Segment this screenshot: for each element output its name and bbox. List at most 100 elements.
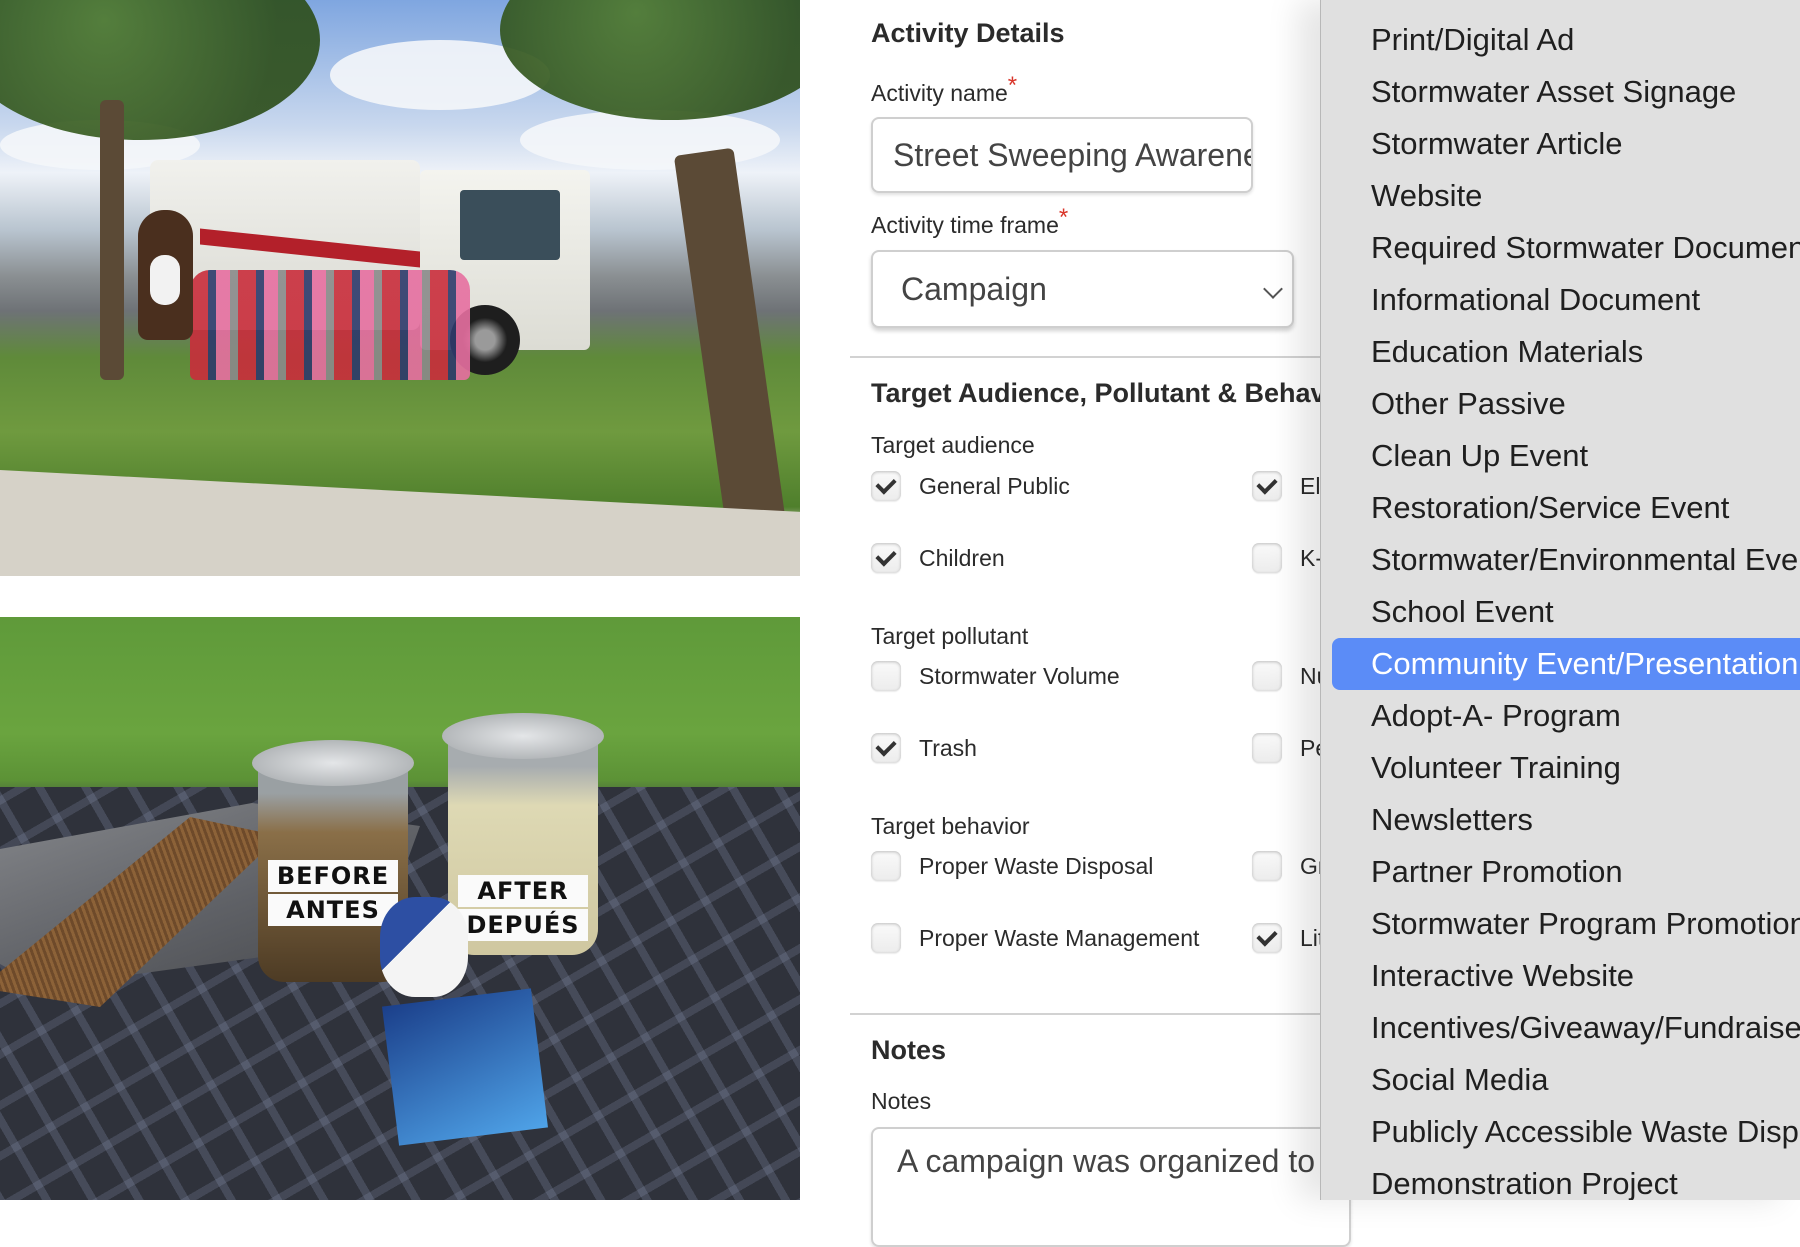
activity-name-label: Activity name* xyxy=(871,72,1017,108)
dropdown-option[interactable]: Required Stormwater Document xyxy=(1332,222,1800,274)
activity-form: Activity Details Activity name* Street S… xyxy=(850,0,1360,1247)
dropdown-option-label: Publicly Accessible Waste Disposal xyxy=(1371,1114,1800,1149)
checkbox-label: Trash xyxy=(919,734,977,761)
dropdown-option-label: Adopt-A- Program xyxy=(1371,698,1621,733)
photo-before-after-jars: BEFORE ANTES AFTER DEPUÉS xyxy=(0,617,800,1200)
checkbox-pollutant-pe[interactable]: Pe xyxy=(1252,731,1328,765)
dropdown-option[interactable]: Newsletters xyxy=(1332,794,1800,846)
notes-label: Notes xyxy=(871,1088,932,1114)
dropdown-option[interactable]: Education Materials xyxy=(1332,326,1800,378)
checkbox-audience-el[interactable]: El xyxy=(1252,469,1320,503)
dropdown-option[interactable]: School Event xyxy=(1332,586,1800,638)
checkbox-pollutant-nu[interactable]: Nu xyxy=(1252,659,1329,693)
checkbox-label: Stormwater Volume xyxy=(919,662,1120,689)
activity-name-label-text: Activity name xyxy=(871,80,1008,106)
dropdown-option-label: School Event xyxy=(1371,594,1554,629)
dropdown-option-label: Clean Up Event xyxy=(1371,438,1589,473)
dropdown-option-label: Stormwater Article xyxy=(1371,126,1623,161)
checkbox-general-public[interactable]: General Public xyxy=(871,469,1070,503)
jar-lid xyxy=(442,713,604,759)
dropdown-option[interactable]: Other Passive xyxy=(1332,378,1800,430)
dropdown-option-selected[interactable]: Community Event/Presentation xyxy=(1332,638,1800,690)
target-audience-label: Target audience xyxy=(871,432,1035,458)
checkbox-label: Proper Waste Management xyxy=(919,924,1200,951)
activity-type-dropdown-list[interactable]: Print/Digital Ad Stormwater Asset Signage… xyxy=(1320,0,1800,1200)
timeframe-selected-value: Campaign xyxy=(901,271,1047,307)
checkbox-children[interactable]: Children xyxy=(871,541,1005,575)
sidewalk xyxy=(0,470,800,576)
checkbox[interactable] xyxy=(871,733,901,763)
dropdown-option-label: Interactive Website xyxy=(1371,958,1635,993)
dropdown-option[interactable]: Clean Up Event xyxy=(1332,430,1800,482)
dropdown-option-label: Volunteer Training xyxy=(1371,750,1621,785)
dropdown-option-label: Stormwater Asset Signage xyxy=(1371,74,1737,109)
jar-after: AFTER DEPUÉS xyxy=(442,713,604,955)
dropdown-option[interactable]: Restoration/Service Event xyxy=(1332,482,1800,534)
dropdown-option[interactable]: Stormwater Program Promotion xyxy=(1332,898,1800,950)
required-asterisk: * xyxy=(1007,72,1018,99)
notes-textarea[interactable]: A campaign was organized to d xyxy=(871,1127,1351,1247)
sweeper-card xyxy=(382,988,548,1146)
chevron-down-icon xyxy=(1263,279,1283,299)
dropdown-option-label: Other Passive xyxy=(1371,386,1566,421)
dropdown-option[interactable]: Demonstration Project xyxy=(1332,1158,1800,1200)
dropdown-option[interactable]: Social Media xyxy=(1332,1054,1800,1106)
tree-trunk xyxy=(673,147,787,533)
activity-timeframe-select[interactable]: Campaign xyxy=(871,250,1294,328)
dropdown-option-label: Informational Document xyxy=(1371,282,1701,317)
tree-canopy xyxy=(0,0,320,140)
checkbox[interactable] xyxy=(1252,851,1282,881)
checkbox-proper-waste-management[interactable]: Proper Waste Management xyxy=(871,921,1199,955)
checkbox-label: General Public xyxy=(919,472,1070,499)
checkbox[interactable] xyxy=(871,851,901,881)
tree-trunk xyxy=(100,100,124,380)
dropdown-option[interactable]: Print/Digital Ad xyxy=(1332,14,1800,66)
section-title-notes: Notes xyxy=(871,1035,947,1065)
checkbox[interactable] xyxy=(1252,543,1282,573)
dropdown-option[interactable]: Stormwater/Environmental Event xyxy=(1332,534,1800,586)
clean-water-ball xyxy=(380,897,468,997)
checkbox[interactable] xyxy=(1252,661,1282,691)
checkbox-behavior-gr[interactable]: Gr xyxy=(1252,849,1326,883)
dropdown-option[interactable]: Informational Document xyxy=(1332,274,1800,326)
dropdown-option[interactable]: Volunteer Training xyxy=(1332,742,1800,794)
dropdown-option[interactable]: Partner Promotion xyxy=(1332,846,1800,898)
jar-label: AFTER xyxy=(458,875,588,907)
checkbox-audience-k[interactable]: K- xyxy=(1252,541,1323,575)
checkbox-behavior-lit[interactable]: Lit xyxy=(1252,921,1324,955)
dropdown-option-label: Restoration/Service Event xyxy=(1371,490,1730,525)
dropdown-option[interactable]: Incentives/Giveaway/Fundraiser xyxy=(1332,1002,1800,1054)
dropdown-option-label: Partner Promotion xyxy=(1371,854,1623,889)
dropdown-option-label: Stormwater/Environmental Event xyxy=(1371,542,1800,577)
tree-canopy xyxy=(500,0,800,120)
checkbox[interactable] xyxy=(871,923,901,953)
mascot xyxy=(138,210,193,340)
dropdown-option[interactable]: Publicly Accessible Waste Disposal xyxy=(1332,1106,1800,1158)
target-pollutant-label: Target pollutant xyxy=(871,623,1029,649)
checkbox[interactable] xyxy=(1252,733,1282,763)
dropdown-option[interactable]: Website xyxy=(1332,170,1800,222)
checkbox[interactable] xyxy=(871,543,901,573)
dropdown-option-label: Website xyxy=(1371,178,1483,213)
required-asterisk: * xyxy=(1058,204,1069,231)
checkbox[interactable] xyxy=(871,661,901,691)
dropdown-option-label: Community Event/Presentation xyxy=(1371,646,1799,681)
dropdown-option[interactable]: Interactive Website xyxy=(1332,950,1800,1002)
checkbox-stormwater-volume[interactable]: Stormwater Volume xyxy=(871,659,1120,693)
activity-name-input[interactable]: Street Sweeping Awareness xyxy=(871,117,1253,193)
checkbox[interactable] xyxy=(1252,471,1282,501)
checkbox[interactable] xyxy=(871,471,901,501)
dropdown-option-label: Social Media xyxy=(1371,1062,1549,1097)
dropdown-option[interactable]: Stormwater Asset Signage xyxy=(1332,66,1800,118)
dropdown-option[interactable]: Adopt-A- Program xyxy=(1332,690,1800,742)
jar-label: BEFORE xyxy=(268,860,398,892)
checkbox-trash[interactable]: Trash xyxy=(871,731,977,765)
section-title-target: Target Audience, Pollutant & Behavior xyxy=(871,378,1361,408)
target-behavior-label: Target behavior xyxy=(871,813,1030,839)
dropdown-option[interactable]: Stormwater Article xyxy=(1332,118,1800,170)
dropdown-option-label: Required Stormwater Document xyxy=(1371,230,1800,265)
dropdown-option-label: Newsletters xyxy=(1371,802,1533,837)
checkbox-proper-waste-disposal[interactable]: Proper Waste Disposal xyxy=(871,849,1153,883)
checkbox[interactable] xyxy=(1252,923,1282,953)
section-title-activity-details: Activity Details xyxy=(871,18,1065,48)
